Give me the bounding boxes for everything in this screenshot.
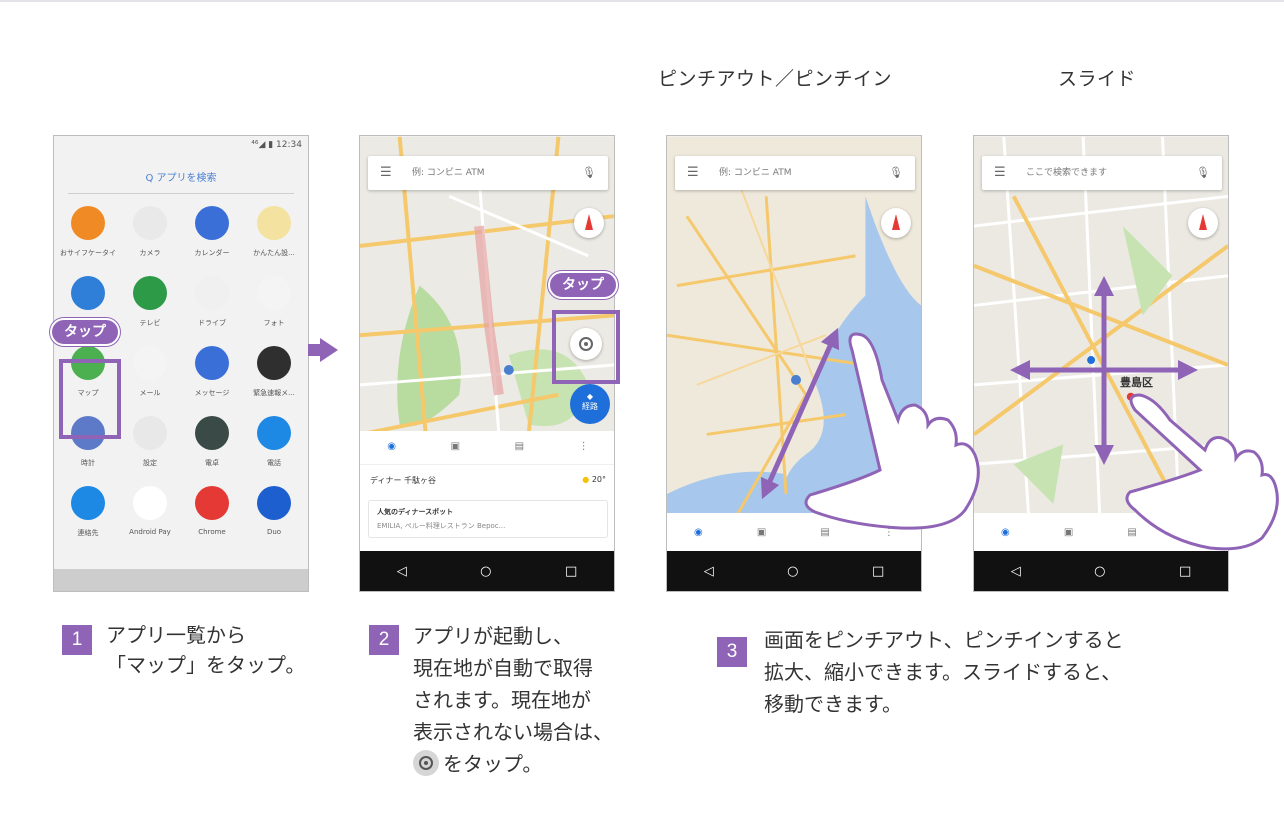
step-2-text: アプリが起動し、 現在地が自動で取得 されます。現在地が 表示されない場合は、 … (413, 624, 613, 776)
my-location-inline-icon (413, 750, 439, 776)
hand-slide-icon (1125, 393, 1279, 551)
step-1-text: アプリ一覧から 「マップ」をタップ。 (106, 623, 306, 677)
step-2-badge: 2 (369, 625, 399, 655)
step-3-text: 画面をピンチアウト、ピンチインすると 拡大、縮小できます。スライドすると、 移動… (764, 628, 1124, 716)
step-3-badge: 3 (717, 637, 747, 667)
step-1-badge: 1 (62, 625, 92, 655)
pinch-arrow-icon (760, 327, 840, 500)
hand-pinch-icon (804, 332, 980, 530)
